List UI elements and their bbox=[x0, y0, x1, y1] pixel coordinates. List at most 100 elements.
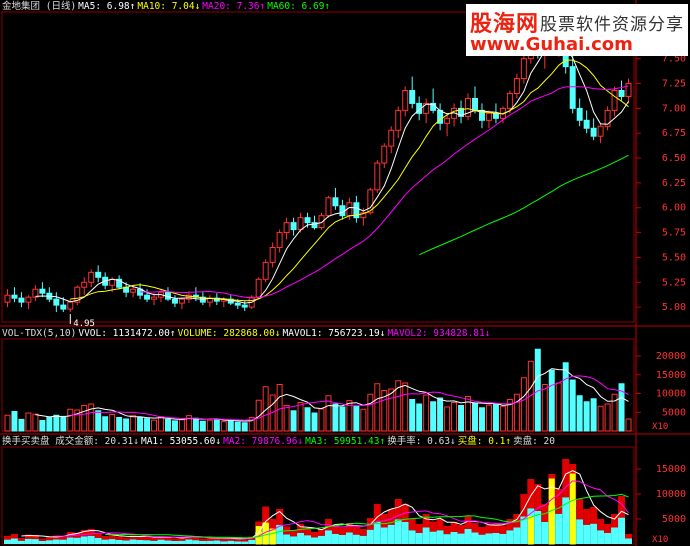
turnover-sell-bar bbox=[331, 533, 339, 544]
volume-header-item-2: VOLUME: 282868.00↓ bbox=[177, 328, 281, 339]
volume-bar bbox=[81, 405, 88, 432]
volume-bar bbox=[569, 379, 576, 432]
volume-header-item-1: VVOL: 1131472.00↑ bbox=[78, 328, 176, 339]
turnover-sell-bar bbox=[115, 539, 123, 544]
volume-bar bbox=[367, 393, 374, 432]
volume-bar bbox=[458, 405, 465, 432]
turnover-buy-bar bbox=[527, 479, 535, 509]
price-header-item-4: MA60: 6.69↑ bbox=[267, 1, 331, 12]
volume-bar bbox=[227, 419, 234, 432]
turnover-sell-bar bbox=[604, 533, 612, 544]
price-y-tick-label: 5.00 bbox=[662, 302, 686, 313]
candle-body bbox=[25, 296, 32, 303]
turnover-panel-header: 换手买卖盘 成交金额: 20.31↓ MA1: 53055.60↓ MA2: 798… bbox=[2, 436, 557, 448]
price-y-tick-label: 5.25 bbox=[662, 277, 686, 288]
turnover-header-item-6: 卖盘: 20 bbox=[513, 436, 555, 447]
volume-panel-header: VOL-TDX(5,10) VVOL: 1131472.00↑ VOLUME: 28… bbox=[2, 328, 492, 340]
turnover-y-tick-label: 15000 bbox=[656, 464, 686, 475]
candle-body bbox=[53, 298, 60, 306]
candle-body bbox=[402, 90, 409, 111]
volume-bar bbox=[423, 394, 430, 432]
volume-bar bbox=[206, 419, 213, 432]
turnover-buy-bar bbox=[555, 489, 563, 514]
volume-header-item-4: MAVOL2: 934828.81↓ bbox=[387, 328, 491, 339]
volume-bar bbox=[53, 414, 60, 432]
turnover-sell-bar bbox=[436, 530, 444, 544]
turnover-header-item-4: 换手率: 0.63↓ bbox=[387, 436, 456, 447]
turnover-sell-bar bbox=[422, 527, 430, 544]
turnover-buy-bar bbox=[415, 524, 423, 533]
turnover-sell-bar bbox=[31, 539, 39, 544]
turnover-buy-bar bbox=[136, 536, 144, 540]
turnover-buy-bar bbox=[338, 527, 346, 535]
turnover-sell-bar bbox=[387, 524, 395, 544]
volume-bar bbox=[39, 420, 46, 432]
turnover-sell-bar bbox=[304, 535, 312, 544]
turnover-sell-bar bbox=[185, 539, 193, 544]
turnover-sell-bar bbox=[206, 540, 214, 544]
turnover-sell-bar bbox=[408, 530, 416, 544]
turnover-sell-bar bbox=[73, 537, 81, 544]
candle-body bbox=[625, 83, 632, 97]
candle-body bbox=[171, 298, 178, 304]
turnover-sell-bar bbox=[45, 540, 53, 544]
turnover-sell-bar bbox=[345, 532, 353, 544]
turnover-buy-bar bbox=[38, 538, 46, 541]
volume-bar bbox=[255, 399, 262, 432]
candle-body bbox=[144, 294, 151, 300]
price-panel-header: 金地集团 (日线) MA5: 6.98↑ MA10: 7.04↓ MA20: 7.36… bbox=[2, 1, 332, 13]
volume-bar bbox=[276, 384, 283, 432]
turnover-sell-bar bbox=[415, 533, 423, 544]
turnover-sell-bar bbox=[248, 539, 256, 544]
turnover-buy-bar bbox=[4, 536, 11, 540]
price-header-item-2: MA10: 7.04↓ bbox=[137, 1, 201, 12]
candle-body bbox=[423, 102, 430, 114]
turnover-sell-bar bbox=[478, 534, 486, 544]
turnover-sell-bar bbox=[590, 523, 598, 544]
volume-bar bbox=[283, 405, 290, 432]
turnover-buy-bar bbox=[143, 537, 151, 541]
volume-bar bbox=[478, 407, 485, 432]
price-y-tick-label: 5.75 bbox=[662, 228, 686, 239]
candle-body bbox=[297, 217, 304, 231]
volume-bar bbox=[67, 408, 74, 432]
volume-bar bbox=[318, 408, 325, 432]
turnover-sell-bar bbox=[311, 537, 318, 544]
volume-bar bbox=[499, 405, 506, 432]
price-ma20-line bbox=[140, 85, 629, 299]
volume-bar bbox=[360, 408, 367, 432]
volume-bar bbox=[604, 403, 611, 432]
candle-body bbox=[569, 66, 576, 109]
volume-bar bbox=[60, 415, 67, 432]
turnover-sell-bar bbox=[101, 539, 109, 544]
turnover-buy-bar bbox=[359, 529, 367, 536]
turnover-buy-bar bbox=[241, 539, 249, 542]
kline-terminal: 5.00 5.25 5.50 5.75 6.00 6.25 6.50 6.75 7.00 7.25… bbox=[0, 0, 690, 546]
turnover-sell-bar bbox=[241, 541, 249, 544]
price-ma5-line bbox=[35, 38, 629, 304]
candle-body bbox=[472, 97, 478, 111]
turnover-buy-bar bbox=[108, 535, 116, 540]
volume-bar bbox=[472, 402, 478, 432]
turnover-buy-bar bbox=[150, 538, 158, 541]
volume-bar bbox=[178, 419, 185, 432]
price-header-item-0: 金地集团 (日线) bbox=[2, 1, 77, 12]
turnover-sell-bar bbox=[164, 540, 172, 544]
turnover-sell-bar bbox=[450, 531, 458, 544]
turnover-sell-bar bbox=[220, 541, 228, 544]
volume-bar bbox=[158, 416, 164, 432]
watermark-logo: 股海网 股票软件资源分享 www.Guhai.com bbox=[466, 4, 688, 56]
volume-bar bbox=[485, 404, 492, 432]
turnover-buy-bar bbox=[220, 539, 228, 542]
turnover-buy-bar bbox=[422, 514, 430, 528]
candle-body bbox=[95, 271, 102, 278]
price-header-item-1: MA5: 6.98↑ bbox=[78, 1, 136, 12]
turnover-sell-bar bbox=[234, 541, 242, 544]
volume-bar bbox=[220, 421, 227, 432]
volume-bar bbox=[409, 399, 416, 432]
volume-bar bbox=[137, 416, 144, 432]
candle-body bbox=[388, 129, 395, 147]
candle-body bbox=[255, 278, 262, 298]
candle-body bbox=[444, 117, 451, 124]
volume-y-tick-label: 20000 bbox=[656, 351, 686, 362]
